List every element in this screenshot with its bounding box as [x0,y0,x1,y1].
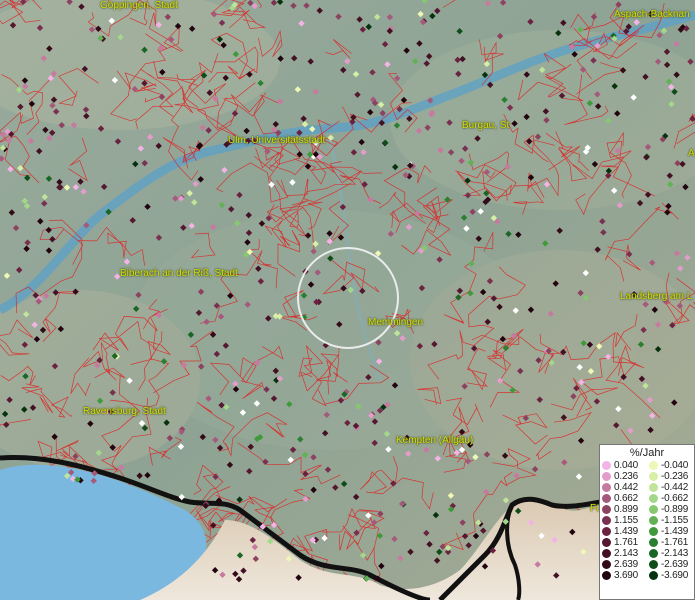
legend-value: 1.761 [614,537,639,548]
legend-entry-pos: 3.690 [600,570,647,581]
legend-value: -2.143 [661,548,689,559]
legend-swatch [602,494,611,503]
legend-swatch [602,560,611,569]
legend-swatch [602,461,611,470]
legend-swatch [649,549,658,558]
legend-rows: 0.040 -0.040 0.236 -0.236 0.442 -0.442 0.662 -0… [600,460,694,581]
legend-value: 0.040 [614,460,639,471]
legend-entry-neg: -1.761 [647,537,694,548]
legend-title: %/Jahr [629,447,665,459]
legend-value: 2.143 [614,548,639,559]
city-label-kempten: Kempten (Allgäu) [396,435,474,446]
legend-swatch [602,516,611,525]
legend-value: -3.690 [661,570,689,581]
legend-entry-pos: 2.639 [600,559,647,570]
legend-entry-pos: 0.040 [600,460,647,471]
legend-entry-neg: -2.639 [647,559,694,570]
legend-row: 0.236 -0.236 [600,471,694,482]
legend-swatch [602,472,611,481]
legend-row: 0.040 -0.040 [600,460,694,471]
legend-value: -0.236 [661,471,689,482]
legend-value: -1.155 [661,515,689,526]
legend-value: -0.442 [661,482,689,493]
legend-value: 3.690 [614,570,639,581]
legend-entry-pos: 1.439 [600,526,647,537]
legend-value: -1.439 [661,526,689,537]
legend-entry-pos: 0.442 [600,482,647,493]
legend-value: 1.155 [614,515,639,526]
legend-value: 2.639 [614,559,639,570]
legend-entry-neg: -1.439 [647,526,694,537]
legend-value: -0.040 [661,460,689,471]
legend-entry-pos: 0.236 [600,471,647,482]
legend-row: 0.899 -0.899 [600,504,694,515]
legend-entry-neg: -0.662 [647,493,694,504]
legend-swatch [649,505,658,514]
city-label-burgau: Burgau, St [462,120,510,131]
legend-entry-pos: 2.143 [600,548,647,559]
city-label-a: A [688,148,695,159]
city-label-ulm: Ulm, Universitätsstadt [228,135,326,146]
legend-entry-pos: 1.761 [600,537,647,548]
legend-row: 2.639 -2.639 [600,559,694,570]
legend-row: 1.761 -1.761 [600,537,694,548]
legend-value: -0.899 [661,504,689,515]
legend-value: 0.236 [614,471,639,482]
legend-entry-pos: 1.155 [600,515,647,526]
legend-row: 0.442 -0.442 [600,482,694,493]
legend-swatch [649,527,658,536]
city-label-landsberg: Landsberg am L [620,291,693,302]
city-label-memmingen: Memmingen [368,317,424,328]
legend-value: -2.639 [661,559,689,570]
legend-swatch [649,516,658,525]
legend-entry-neg: -2.143 [647,548,694,559]
legend-entry-neg: -3.690 [647,570,694,581]
legend-value: 0.442 [614,482,639,493]
legend-swatch [602,483,611,492]
legend-entry-neg: -0.236 [647,471,694,482]
city-label-aspach: Aspach-Backnan [614,9,690,20]
legend-swatch [602,571,611,580]
city-label-goeppingen: Göppingen, Stadt [100,0,178,11]
legend-value: -1.761 [661,537,689,548]
legend-swatch [649,494,658,503]
legend-entry-pos: 0.662 [600,493,647,504]
legend-swatch [649,571,658,580]
legend: %/Jahr 0.040 -0.040 0.236 -0.236 0.442 -0.442… [599,444,695,600]
legend-value: 1.439 [614,526,639,537]
legend-swatch [649,483,658,492]
legend-entry-neg: -0.442 [647,482,694,493]
legend-entry-neg: -0.899 [647,504,694,515]
legend-swatch [602,505,611,514]
legend-swatch [649,538,658,547]
legend-entry-pos: 0.899 [600,504,647,515]
legend-entry-neg: -1.155 [647,515,694,526]
legend-entry-neg: -0.040 [647,460,694,471]
legend-swatch [602,538,611,547]
legend-row: 2.143 -2.143 [600,548,694,559]
legend-value: -0.662 [661,493,689,504]
legend-row: 1.439 -1.439 [600,526,694,537]
legend-row: 0.662 -0.662 [600,493,694,504]
legend-swatch [649,472,658,481]
city-label-ravensburg: Ravensburg, Stadt [83,406,166,417]
legend-swatch [649,461,658,470]
legend-swatch [602,549,611,558]
legend-value: 0.662 [614,493,639,504]
legend-row: 3.690 -3.690 [600,570,694,581]
legend-swatch [649,560,658,569]
city-label-biberach: Biberach an der Riß, Stadt [120,268,238,279]
legend-swatch [602,527,611,536]
legend-row: 1.155 -1.155 [600,515,694,526]
legend-value: 0.899 [614,504,639,515]
